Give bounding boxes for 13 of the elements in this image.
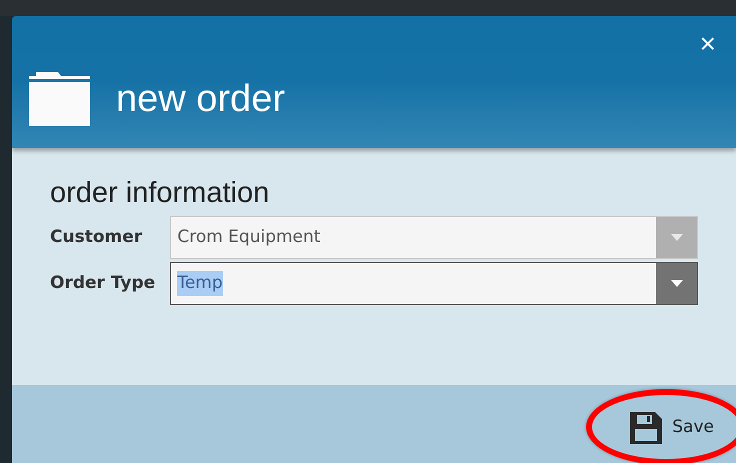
close-button[interactable]: × xyxy=(700,30,716,58)
save-button[interactable]: Save xyxy=(630,412,714,444)
caret-icon xyxy=(670,280,682,287)
dropdown-field[interactable]: Temp xyxy=(170,262,698,305)
section-title: order information xyxy=(50,176,270,210)
caret-icon xyxy=(670,234,682,241)
field-label: Order Type xyxy=(50,272,156,295)
field-value: Temp xyxy=(177,270,223,296)
field-label: Customer xyxy=(50,226,144,249)
dialog-title: new order xyxy=(116,77,285,121)
dropdown-toggle[interactable] xyxy=(656,263,697,304)
folder-icon xyxy=(28,72,92,126)
field-value: Crom Equipment xyxy=(177,226,320,249)
